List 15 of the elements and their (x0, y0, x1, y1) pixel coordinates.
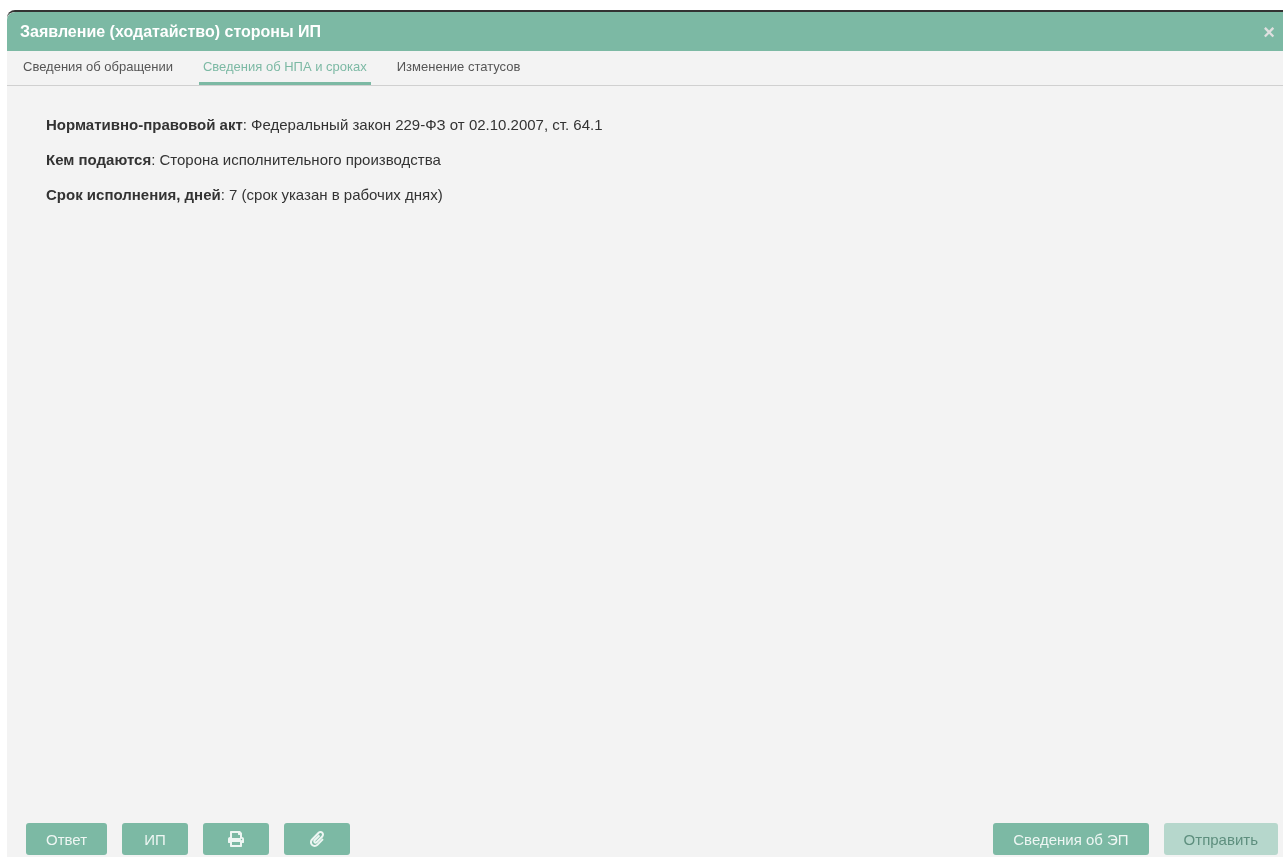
tab[interactable]: Изменение статусов (392, 51, 525, 85)
window-title: Заявление (ходатайство) стороны ИП (20, 22, 322, 41)
detail-line: Срок исполнения, дней: 7 (срок указан в рабочих днях) (46, 186, 444, 203)
button[interactable]: ИП (122, 823, 189, 855)
detail-line: Нормативно-правовой акт: Федеральный закон 229-ФЗ от 02.10.2007, ст. 64.1 (46, 116, 604, 133)
tab[interactable]: Сведения об НПА и сроках (198, 51, 371, 85)
print-button[interactable] (203, 823, 270, 855)
close-button[interactable]: × (1261, 21, 1277, 42)
paperclip-icon (309, 831, 326, 847)
tab[interactable]: Сведения об обращении (19, 51, 177, 85)
button[interactable]: Ответ (26, 823, 108, 855)
attach-button[interactable] (284, 823, 351, 855)
detail-line: Кем подаются: Сторона исполнительного производства (46, 151, 442, 168)
button[interactable]: Сведения об ЭП (993, 823, 1149, 855)
printer-icon (228, 831, 245, 847)
